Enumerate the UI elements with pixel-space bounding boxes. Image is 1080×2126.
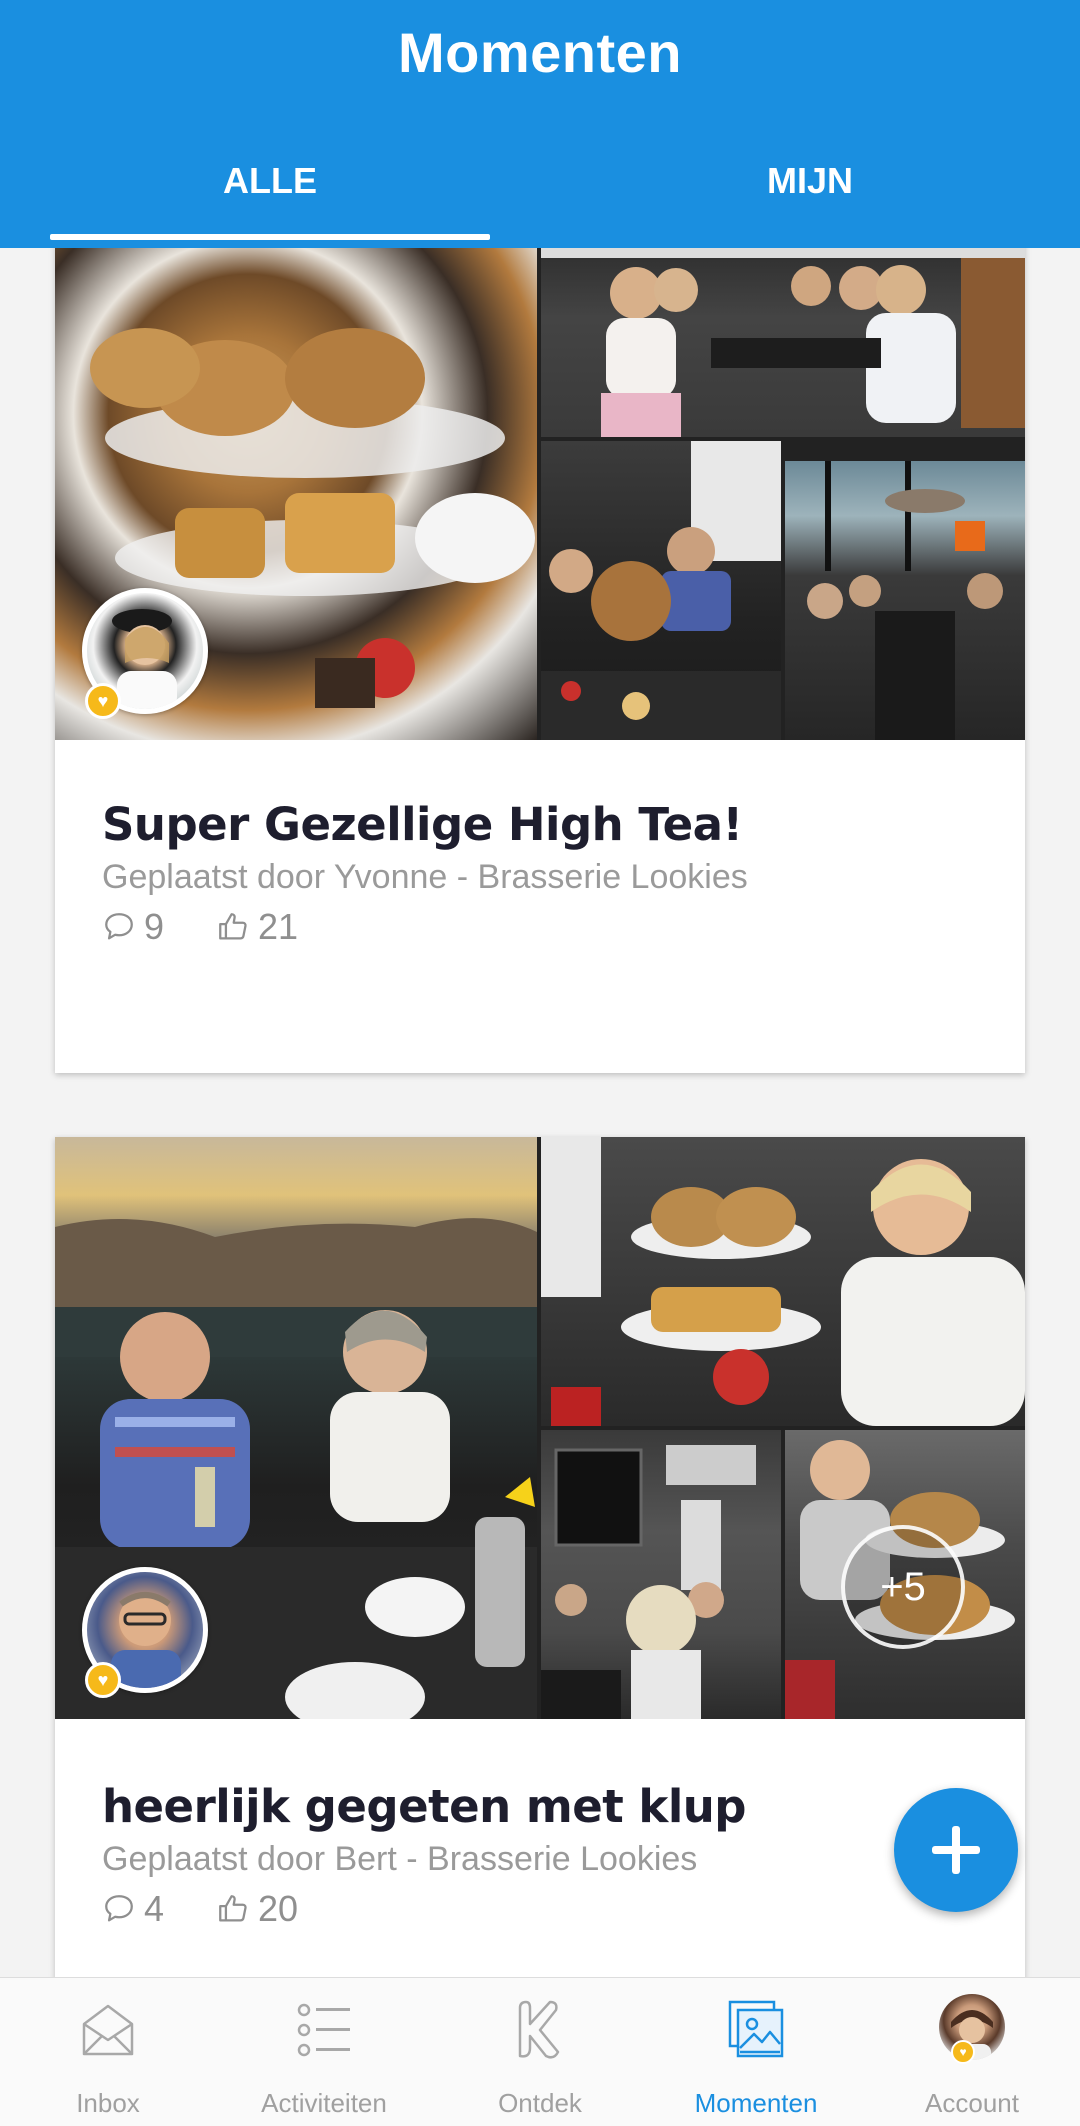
- thumbs-up-icon: [219, 913, 247, 940]
- page-title: Momenten: [398, 21, 682, 84]
- photo-smiling-woman-high-tea[interactable]: [541, 1137, 1025, 1426]
- active-tab-indicator: [50, 234, 490, 240]
- comment-icon: [105, 913, 133, 940]
- post-stats: 4 20: [102, 1888, 350, 1930]
- photos-icon: [728, 2000, 784, 2058]
- photo-shapes: [541, 1445, 756, 1719]
- tab-alle[interactable]: ALLE: [0, 160, 540, 202]
- app-bar: Momenten ALLE MIJN: [0, 0, 1080, 248]
- nav-item-account[interactable]: ♥ Account: [864, 1978, 1080, 2126]
- post-title[interactable]: Super Gezellige High Tea!: [102, 798, 743, 851]
- list-icon: [297, 2003, 350, 2057]
- likes-value: 21: [258, 906, 299, 947]
- moment-card[interactable]: ♥ Super Gezellige High Tea! Geplaatst do…: [55, 248, 1025, 1073]
- moments-feed[interactable]: ♥ Super Gezellige High Tea! Geplaatst do…: [0, 248, 1080, 1978]
- more-photos-indicator[interactable]: +5: [841, 1525, 965, 1649]
- likes-count[interactable]: 21: [216, 906, 298, 948]
- nav-label: Ontdek: [498, 2088, 582, 2118]
- photo-restaurant-terrace[interactable]: [785, 441, 1025, 740]
- nav-label: Inbox: [76, 2088, 140, 2118]
- likes-count[interactable]: 20: [216, 1888, 298, 1930]
- plus-icon: [932, 1826, 980, 1874]
- comment-icon: [105, 1895, 133, 1922]
- nav-label: Account: [925, 2088, 1019, 2118]
- k-logo-icon: [518, 2000, 560, 2059]
- photo-collage[interactable]: +5 ♥: [55, 1137, 1025, 1719]
- bottom-navigation: Inbox Activiteiten Ontdek Momenten ♥ Acc…: [0, 1977, 1080, 2126]
- post-author-location: Geplaatst door Yvonne - Brasserie Lookie…: [102, 858, 748, 896]
- inbox-icon: [82, 2004, 134, 2056]
- photo-shapes: [785, 441, 1025, 740]
- post-author-location: Geplaatst door Bert - Brasserie Lookies: [102, 1840, 698, 1878]
- photo-group-table[interactable]: [541, 248, 1025, 437]
- thumbs-up-icon: [219, 1895, 247, 1922]
- photo-shapes: [541, 1137, 1025, 1426]
- app-root: Momenten ALLE MIJN ♥ Super Gezellige Hig…: [0, 0, 1080, 2126]
- nav-item-inbox[interactable]: Inbox: [0, 1978, 216, 2126]
- comments-value: 9: [144, 906, 165, 947]
- comments-count[interactable]: 4: [102, 1888, 164, 1930]
- heart-badge-icon: ♥: [85, 683, 121, 719]
- heart-badge-icon: ♥: [85, 1662, 121, 1698]
- comments-value: 4: [144, 1888, 165, 1929]
- nav-item-momenten[interactable]: Momenten: [648, 1978, 864, 2126]
- nav-label: Activiteiten: [261, 2088, 387, 2118]
- post-title[interactable]: heerlijk gegeten met klup: [102, 1780, 747, 1833]
- nav-item-activiteiten[interactable]: Activiteiten: [216, 1978, 432, 2126]
- nav-item-ontdek[interactable]: Ontdek: [432, 1978, 648, 2126]
- add-moment-button[interactable]: [894, 1788, 1018, 1912]
- tab-mijn[interactable]: MIJN: [540, 160, 1080, 202]
- photo-restaurant-interior[interactable]: [541, 1430, 781, 1719]
- photo-shapes: [541, 441, 781, 740]
- heart-badge-icon: ♥: [951, 2040, 975, 2064]
- photo-collage[interactable]: ♥: [55, 248, 1025, 740]
- post-stats: 9 21: [102, 906, 350, 948]
- comments-count[interactable]: 9: [102, 906, 164, 948]
- nav-label: Momenten: [694, 2088, 818, 2118]
- likes-value: 20: [258, 1888, 299, 1929]
- photo-table-seated[interactable]: [541, 441, 781, 740]
- moment-card[interactable]: +5 ♥ heerlijk gegeten met klup Geplaatst…: [55, 1137, 1025, 1978]
- photo-shapes: [541, 248, 1025, 437]
